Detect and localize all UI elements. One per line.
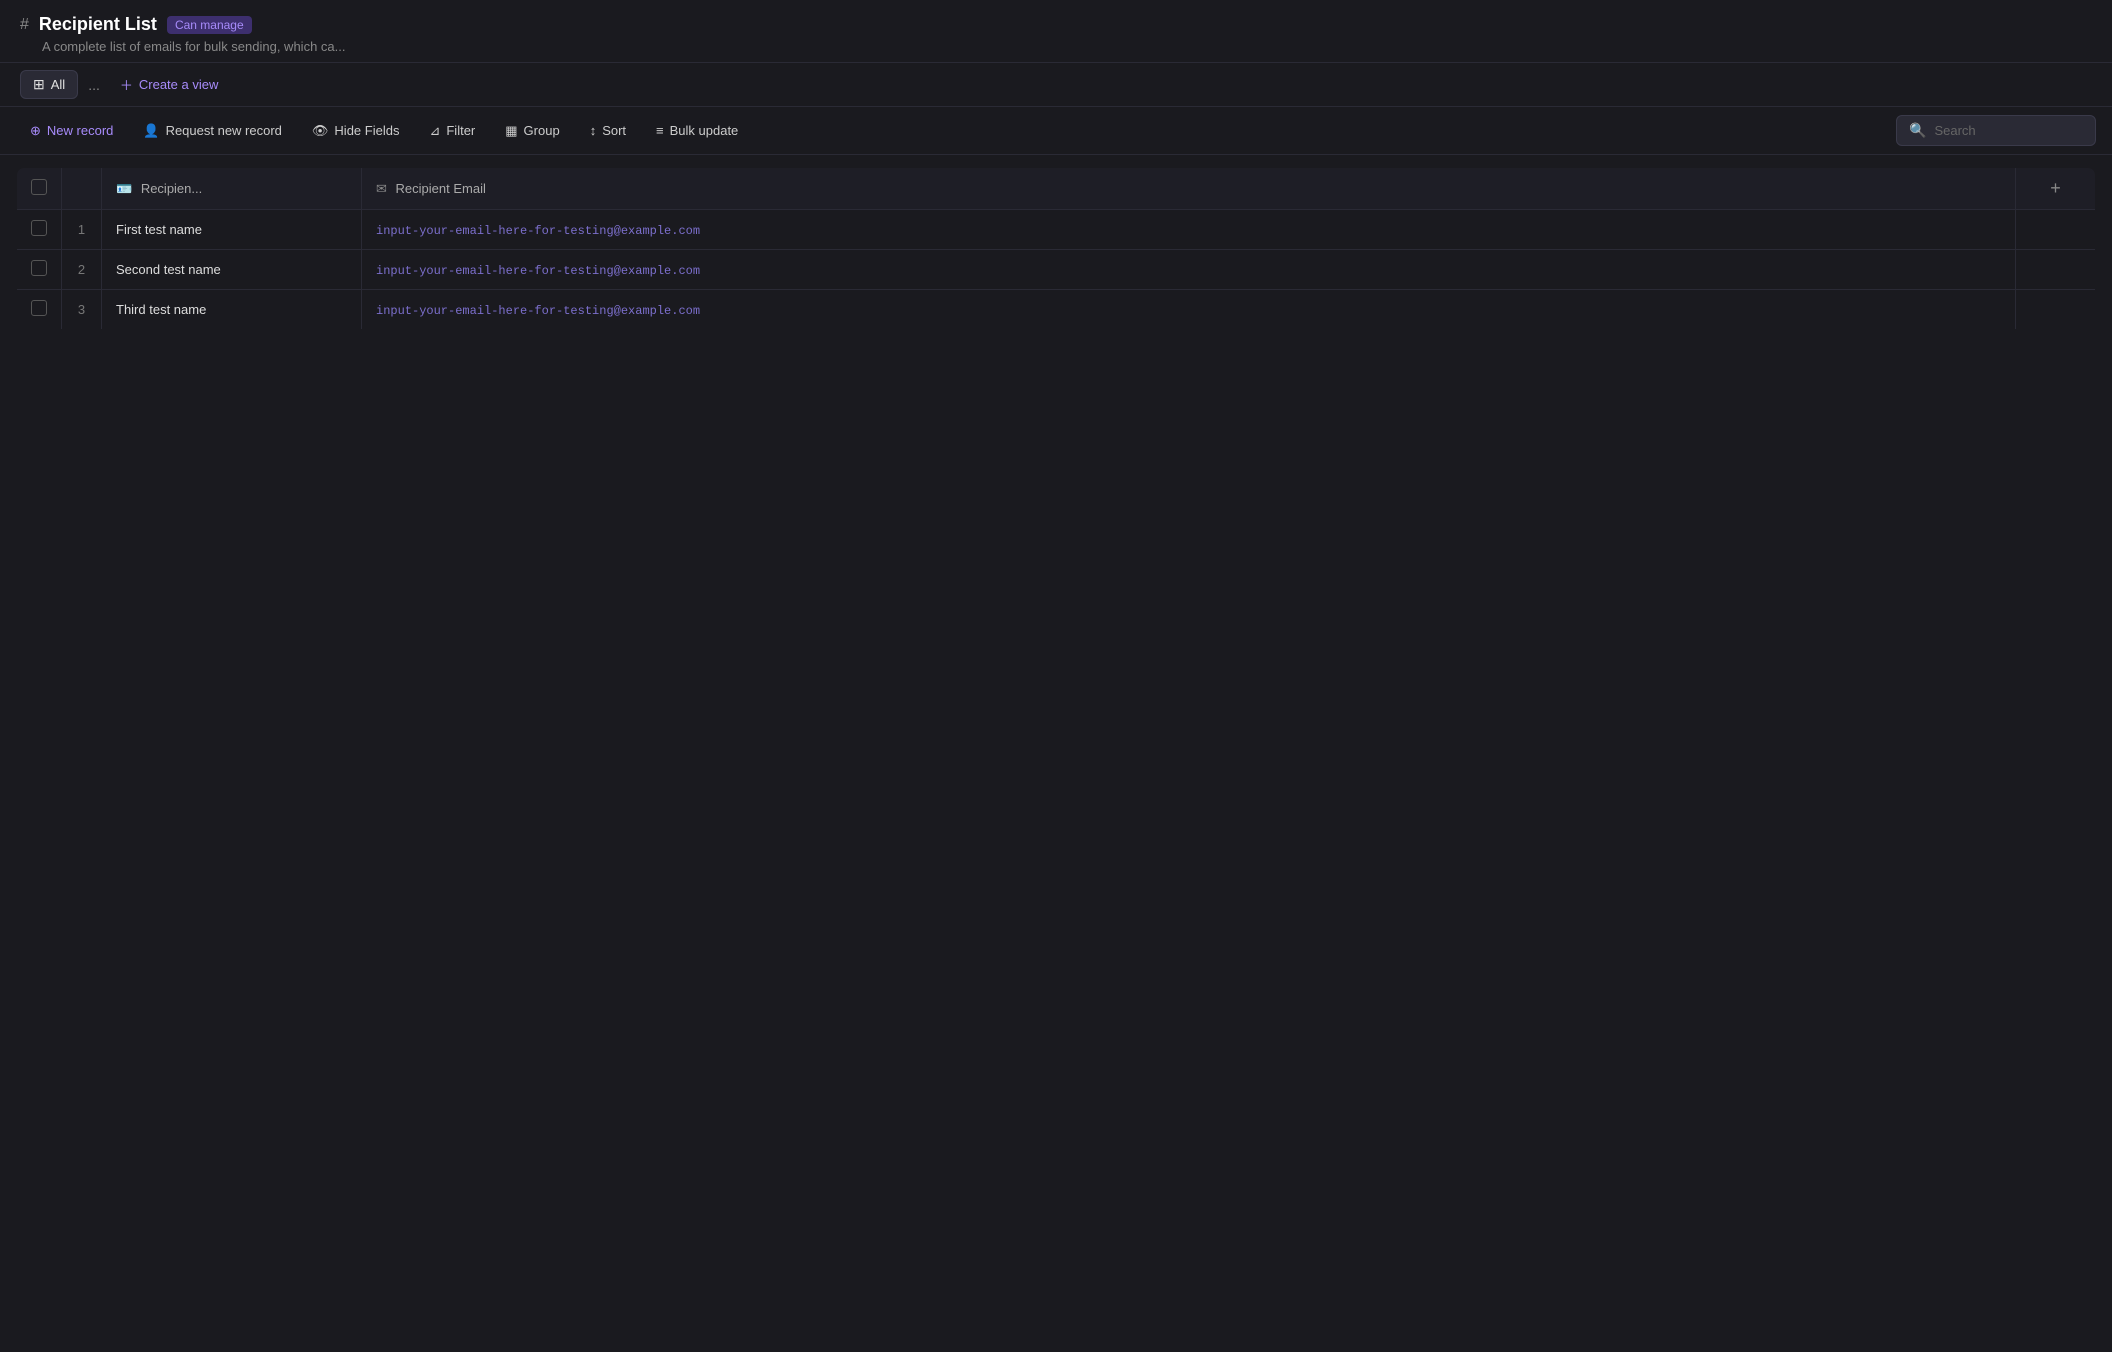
- row-name[interactable]: First test name: [102, 210, 362, 250]
- can-manage-badge: Can manage: [167, 16, 252, 34]
- tab-more-btn[interactable]: ...: [82, 72, 106, 98]
- add-column-button[interactable]: +: [2030, 178, 2081, 199]
- row-name[interactable]: Third test name: [102, 290, 362, 330]
- table-header-row: 🪪 Recipien... ✉ Recipient Email +: [17, 168, 2096, 210]
- page-header: # Recipient List Can manage A complete l…: [0, 0, 2112, 63]
- new-record-button[interactable]: ⊕ New record: [16, 117, 127, 145]
- filter-button[interactable]: ⊿ Filter: [415, 117, 489, 145]
- ellipsis-icon: ...: [88, 77, 100, 93]
- row-checkbox-cell: [17, 210, 62, 250]
- request-new-record-button[interactable]: 👤 Request new record: [129, 117, 296, 145]
- row-checkbox[interactable]: [31, 300, 47, 316]
- tab-all-label: All: [51, 77, 65, 92]
- eye-icon: 👁: [312, 123, 329, 139]
- bulk-update-button[interactable]: ≡ Bulk update: [642, 117, 752, 144]
- filter-icon: ⊿: [429, 123, 440, 139]
- hash-icon: #: [20, 16, 29, 34]
- person-col-icon: 🪪: [116, 181, 132, 197]
- new-record-label: New record: [47, 123, 113, 138]
- table-container: 🪪 Recipien... ✉ Recipient Email + 1 Firs…: [0, 155, 2112, 342]
- search-box[interactable]: 🔍: [1896, 115, 2096, 146]
- row-checkbox[interactable]: [31, 220, 47, 236]
- row-name[interactable]: Second test name: [102, 250, 362, 290]
- row-num-header: [62, 168, 102, 210]
- group-button[interactable]: ▦ Group: [491, 117, 573, 145]
- data-table: 🪪 Recipien... ✉ Recipient Email + 1 Firs…: [16, 167, 2096, 330]
- request-new-record-label: Request new record: [166, 123, 282, 138]
- tab-all[interactable]: ⊞ All: [20, 70, 78, 99]
- row-checkbox[interactable]: [31, 260, 47, 276]
- row-extra-cell: [2016, 250, 2096, 290]
- row-email[interactable]: input-your-email-here-for-testing@exampl…: [362, 250, 2016, 290]
- sort-icon: ↕: [590, 123, 597, 138]
- row-email[interactable]: input-your-email-here-for-testing@exampl…: [362, 290, 2016, 330]
- row-number: 2: [62, 250, 102, 290]
- row-checkbox-cell: [17, 250, 62, 290]
- page-title: Recipient List: [39, 14, 157, 35]
- user-plus-icon: 👤: [143, 123, 159, 139]
- search-input[interactable]: [1934, 123, 2074, 138]
- plus-icon: ＋: [120, 75, 133, 94]
- row-checkbox-cell: [17, 290, 62, 330]
- row-extra-cell: [2016, 210, 2096, 250]
- table-row: 1 First test name input-your-email-here-…: [17, 210, 2096, 250]
- grid-icon: ⊞: [33, 76, 45, 93]
- filter-label: Filter: [446, 123, 475, 138]
- create-view-label: Create a view: [139, 77, 218, 92]
- row-number: 3: [62, 290, 102, 330]
- recipient-email-col-label: Recipient Email: [396, 181, 486, 196]
- select-all-checkbox[interactable]: [31, 179, 47, 195]
- search-icon: 🔍: [1909, 122, 1926, 139]
- email-link[interactable]: input-your-email-here-for-testing@exampl…: [376, 224, 700, 238]
- bulk-icon: ≡: [656, 123, 664, 138]
- table-row: 3 Third test name input-your-email-here-…: [17, 290, 2096, 330]
- recipient-name-header[interactable]: 🪪 Recipien...: [102, 168, 362, 210]
- row-email[interactable]: input-your-email-here-for-testing@exampl…: [362, 210, 2016, 250]
- add-column-header[interactable]: +: [2016, 168, 2096, 210]
- bulk-update-label: Bulk update: [670, 123, 739, 138]
- table-body: 1 First test name input-your-email-here-…: [17, 210, 2096, 330]
- create-view-button[interactable]: ＋ Create a view: [110, 70, 229, 99]
- hide-fields-button[interactable]: 👁 Hide Fields: [298, 117, 414, 145]
- plus-circle-icon: ⊕: [30, 123, 41, 139]
- checkbox-header: [17, 168, 62, 210]
- group-icon: ▦: [505, 123, 517, 139]
- row-number: 1: [62, 210, 102, 250]
- recipient-name-col-label: Recipien...: [141, 181, 202, 196]
- toolbar: ⊕ New record 👤 Request new record 👁 Hide…: [0, 107, 2112, 155]
- sort-label: Sort: [602, 123, 626, 138]
- table-row: 2 Second test name input-your-email-here…: [17, 250, 2096, 290]
- mail-col-icon: ✉: [376, 181, 387, 197]
- hide-fields-label: Hide Fields: [334, 123, 399, 138]
- view-tabs: ⊞ All ... ＋ Create a view: [0, 63, 2112, 107]
- recipient-email-header[interactable]: ✉ Recipient Email: [362, 168, 2016, 210]
- email-link[interactable]: input-your-email-here-for-testing@exampl…: [376, 304, 700, 318]
- row-extra-cell: [2016, 290, 2096, 330]
- group-label: Group: [524, 123, 560, 138]
- sort-button[interactable]: ↕ Sort: [576, 117, 640, 144]
- page-subtitle: A complete list of emails for bulk sendi…: [20, 39, 2092, 54]
- email-link[interactable]: input-your-email-here-for-testing@exampl…: [376, 264, 700, 278]
